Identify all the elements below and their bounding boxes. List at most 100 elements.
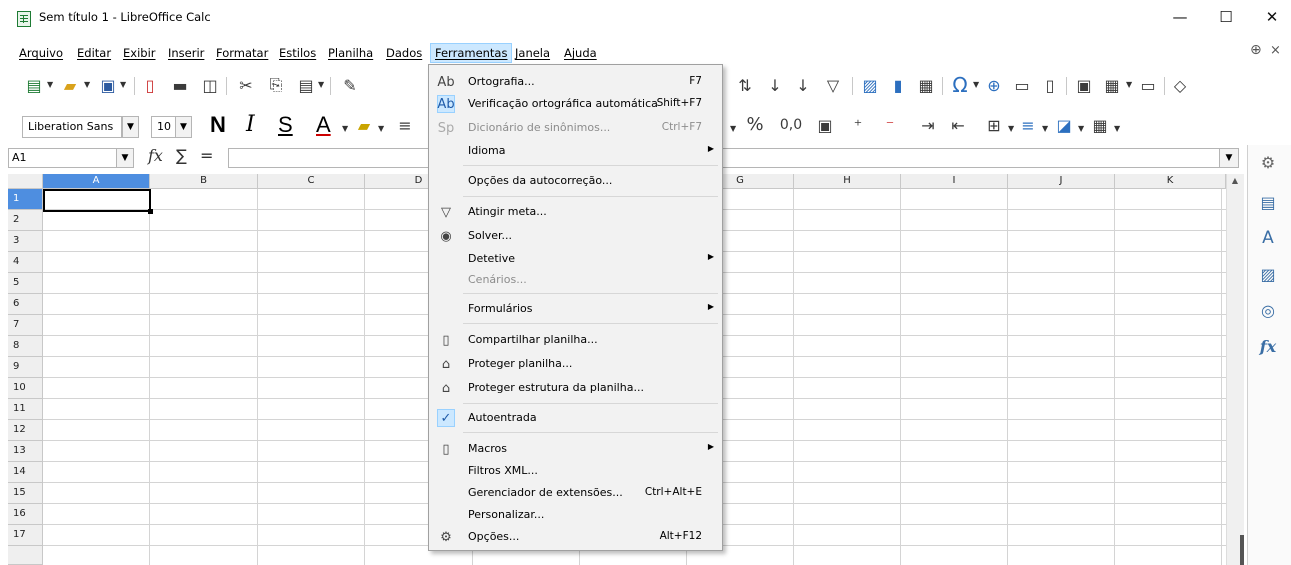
italic-button[interactable]: I — [246, 112, 255, 137]
row-header[interactable]: 2 — [8, 210, 43, 231]
row-header[interactable]: 7 — [8, 315, 43, 336]
select-all-corner[interactable] — [8, 174, 43, 189]
define-print-area-icon[interactable]: ▣ — [1074, 75, 1094, 95]
navigator-icon[interactable]: ◎ — [1256, 298, 1280, 322]
chevron-down-icon[interactable]: ▼ — [120, 80, 126, 89]
chevron-down-icon[interactable]: ▼ — [1008, 124, 1014, 133]
globe-icon[interactable]: ⊕ — [1250, 42, 1262, 58]
insert-image-icon[interactable]: ▨ — [860, 75, 880, 95]
formula-button[interactable]: = — [200, 146, 213, 165]
row-header[interactable]: 1 — [8, 189, 43, 210]
menu-item-verificacao-automatica[interactable]: Ab Verificação ortográfica automática Sh… — [429, 93, 722, 115]
highlight-color-icon[interactable]: ▰ — [354, 115, 374, 135]
menu-item-gerenciador-extensoes[interactable]: Gerenciador de extensões... Ctrl+Alt+E — [429, 482, 722, 504]
column-header[interactable]: A — [43, 174, 150, 189]
chevron-down-icon[interactable]: ▼ — [378, 124, 384, 133]
formula-input[interactable] — [228, 148, 1220, 168]
menu-item-dicionario-sinonimos[interactable]: Sp Dicionário de sinônimos... Ctrl+F7 — [429, 117, 722, 139]
menu-item-autoentrada[interactable]: ✓ Autoentrada — [429, 407, 722, 429]
menu-item-opcoes[interactable]: ⚙ Opções... Alt+F12 — [429, 526, 722, 548]
split-window-icon[interactable]: ▭ — [1138, 75, 1158, 95]
column-header[interactable]: H — [794, 174, 901, 189]
scrollbar-thumb[interactable] — [1240, 535, 1244, 565]
row-header[interactable]: 11 — [8, 399, 43, 420]
underline-button[interactable]: S — [278, 112, 293, 138]
number-format-button[interactable]: 0,0 — [776, 115, 806, 135]
new-document-icon[interactable]: ▤ — [24, 75, 44, 95]
gallery-icon[interactable]: ▨ — [1256, 262, 1280, 286]
styles-icon[interactable]: A — [1256, 226, 1280, 250]
expand-formula-bar-button[interactable]: ▼ — [1219, 148, 1239, 168]
chevron-down-icon[interactable]: ▼ — [1042, 124, 1048, 133]
menu-item-personalizar[interactable]: Personalizar... — [429, 504, 722, 526]
chevron-down-icon[interactable]: ▼ — [730, 124, 736, 133]
row-header[interactable]: 5 — [8, 273, 43, 294]
menu-ferramentas[interactable]: Ferramentas — [430, 43, 513, 63]
maximize-button[interactable]: ☐ — [1203, 0, 1249, 34]
increase-indent-icon[interactable]: ⇥ — [918, 115, 938, 135]
functions-icon[interactable]: fx — [1256, 334, 1280, 358]
row-header[interactable]: 12 — [8, 420, 43, 441]
menu-arquivo[interactable]: Arquivo — [18, 44, 64, 64]
row-header[interactable]: 8 — [8, 336, 43, 357]
sort-icon[interactable]: ⇅ — [735, 75, 755, 95]
save-icon[interactable]: ▣ — [98, 75, 118, 95]
chevron-down-icon[interactable]: ▼ — [1126, 80, 1132, 89]
minimize-button[interactable]: — — [1157, 0, 1203, 34]
vertical-scrollbar[interactable] — [1226, 174, 1244, 565]
special-character-icon[interactable]: Ω — [950, 73, 970, 97]
menu-formatar[interactable]: Formatar — [215, 44, 269, 64]
font-name-box[interactable]: Liberation Sans — [22, 116, 122, 138]
row-header[interactable]: 14 — [8, 462, 43, 483]
row-header[interactable]: 10 — [8, 378, 43, 399]
add-decimal-icon[interactable]: ⁺ — [848, 115, 868, 135]
pivot-table-icon[interactable]: ▦ — [916, 75, 936, 95]
menu-item-compartilhar-planilha[interactable]: ▯ Compartilhar planilha... — [429, 329, 722, 351]
menu-item-opcoes-autocorrecao[interactable]: Opções da autocorreção... — [429, 170, 722, 192]
row-header[interactable]: 16 — [8, 504, 43, 525]
conditional-format-icon[interactable]: ▦ — [1090, 115, 1110, 135]
borders-icon[interactable]: ⊞ — [984, 115, 1004, 135]
column-header[interactable]: J — [1008, 174, 1115, 189]
sort-descending-icon[interactable]: ↓ — [793, 75, 813, 95]
show-draw-functions-icon[interactable]: ◇ — [1170, 75, 1190, 95]
column-header[interactable]: C — [258, 174, 365, 189]
freeze-rows-icon[interactable]: ▦ — [1102, 75, 1122, 95]
hyperlink-icon[interactable]: ⊕ — [984, 75, 1004, 95]
menu-item-proteger-estrutura[interactable]: ⌂ Proteger estrutura da planilha... — [429, 377, 722, 399]
menu-ajuda[interactable]: Ajuda — [563, 44, 598, 64]
bold-button[interactable]: N — [210, 112, 226, 138]
row-header[interactable]: 4 — [8, 252, 43, 273]
menu-item-macros[interactable]: ▯ Macros ▶ — [429, 438, 722, 460]
sum-button[interactable]: ∑ — [176, 146, 187, 165]
menu-item-idioma[interactable]: Idioma ▶ — [429, 140, 722, 162]
clone-formatting-icon[interactable]: ✎ — [340, 75, 360, 95]
comment-icon[interactable]: ▭ — [1012, 75, 1032, 95]
row-header[interactable] — [8, 546, 43, 565]
close-button[interactable]: ✕ — [1249, 0, 1291, 34]
decrease-indent-icon[interactable]: ⇤ — [948, 115, 968, 135]
gear-icon[interactable]: ⚙ — [1256, 150, 1280, 174]
properties-icon[interactable]: ▤ — [1256, 190, 1280, 214]
menu-dados[interactable]: Dados — [385, 44, 423, 64]
menu-item-filtros-xml[interactable]: Filtros XML... — [429, 460, 722, 482]
export-pdf-icon[interactable]: ▯ — [140, 75, 160, 95]
row-header[interactable]: 13 — [8, 441, 43, 462]
name-box-dropdown[interactable]: ▼ — [116, 148, 134, 168]
menu-estilos[interactable]: Estilos — [278, 44, 317, 64]
autofilter-icon[interactable]: ▽ — [823, 75, 843, 95]
font-color-button[interactable]: A — [316, 112, 331, 138]
menu-planilha[interactable]: Planilha — [327, 44, 374, 64]
menu-exibir[interactable]: Exibir — [122, 44, 157, 64]
chevron-down-icon[interactable]: ▼ — [1078, 124, 1084, 133]
menu-item-detetive[interactable]: Detetive ▶ — [429, 248, 722, 270]
column-header[interactable]: I — [901, 174, 1008, 189]
menu-editar[interactable]: Editar — [76, 44, 112, 64]
row-header[interactable]: 6 — [8, 294, 43, 315]
delete-decimal-icon[interactable]: ⁻ — [880, 115, 900, 135]
date-format-icon[interactable]: ▣ — [815, 115, 835, 135]
copy-icon[interactable]: ⎘ — [266, 75, 286, 95]
row-header[interactable]: 3 — [8, 231, 43, 252]
font-name-dropdown[interactable]: ▼ — [122, 116, 139, 138]
menu-item-atingir-meta[interactable]: ▽ Atingir meta... — [429, 201, 722, 223]
